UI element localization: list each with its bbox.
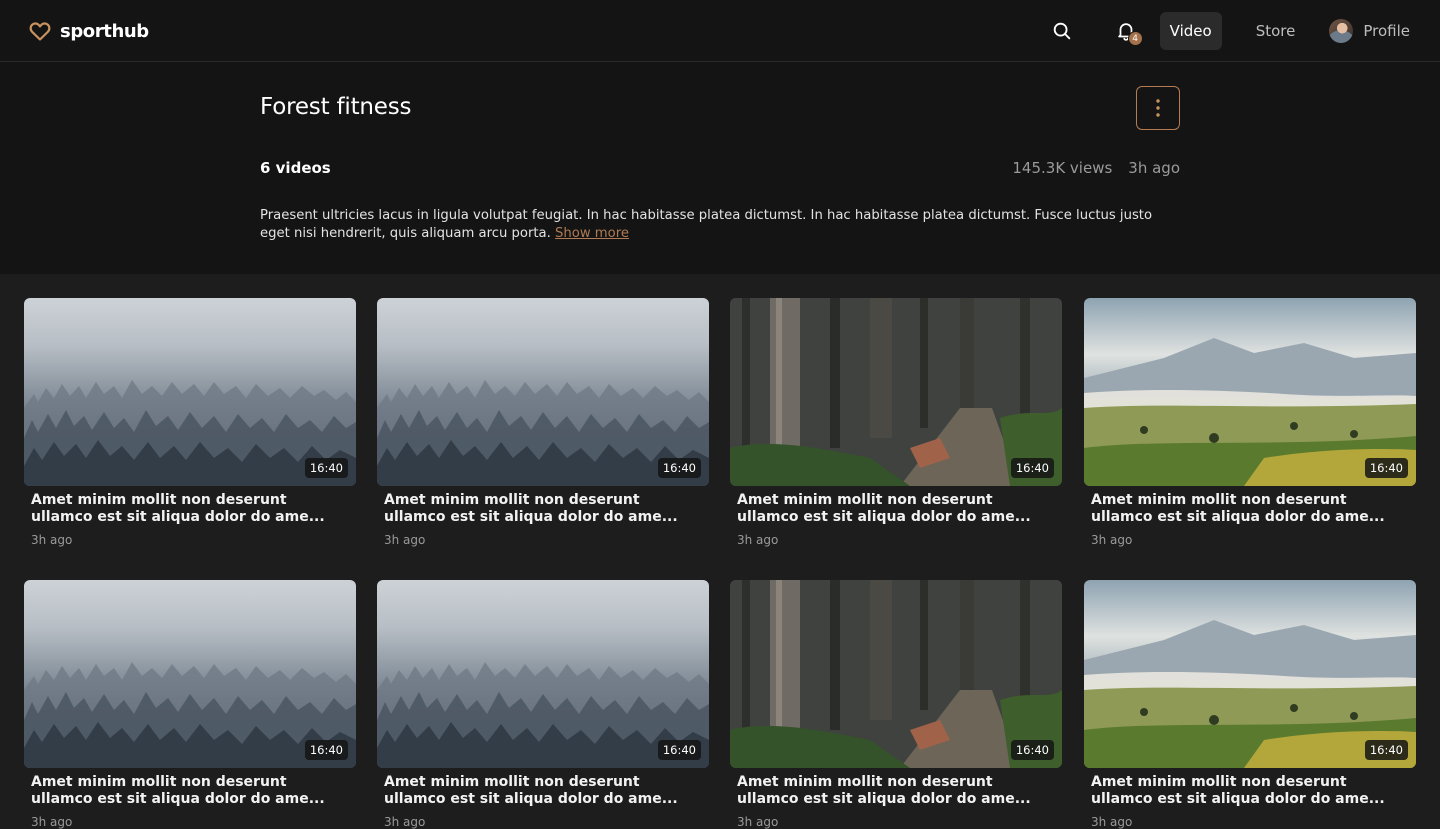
video-duration: 16:40 <box>1010 740 1054 760</box>
video-title[interactable]: Amet minim mollit non deserunt ullamco e… <box>1091 774 1409 808</box>
video-thumbnail[interactable]: 16:40 <box>730 580 1062 768</box>
notifications-button[interactable]: 4 <box>1106 12 1146 50</box>
video-title[interactable]: Amet minim mollit non deserunt ullamco e… <box>384 492 702 526</box>
video-thumbnail[interactable]: 16:40 <box>24 580 356 768</box>
playlist-header: Forest fitness 6 videos 145.3K views 3h … <box>0 62 1440 274</box>
video-card[interactable]: 16:40 Amet minim mollit non deserunt ulla… <box>377 298 709 547</box>
avatar <box>1329 19 1354 43</box>
video-duration: 16:40 <box>304 458 348 478</box>
video-card[interactable]: 16:40 Amet minim mollit non deserunt ulla… <box>24 298 356 547</box>
top-navigation-bar: sporthub 4 Video Store Profile <box>0 0 1440 62</box>
video-time: 3h ago <box>384 815 426 829</box>
view-count: 145.3K views <box>1012 159 1113 177</box>
logo-text: sporthub <box>60 20 149 42</box>
video-time: 3h ago <box>384 533 426 547</box>
video-time: 3h ago <box>1091 533 1133 547</box>
video-card[interactable]: 16:40 Amet minim mollit non deserunt ulla… <box>24 580 356 829</box>
playlist-description: Praesent ultricies lacus in ligula volut… <box>260 207 1180 243</box>
video-card[interactable]: 16:40 Amet minim mollit non deserunt ulla… <box>1084 580 1416 829</box>
heart-logo-icon <box>29 22 51 41</box>
video-card[interactable]: 16:40 Amet minim mollit non deserunt ulla… <box>377 580 709 829</box>
notification-count-badge: 4 <box>1127 31 1143 46</box>
video-title[interactable]: Amet minim mollit non deserunt ullamco e… <box>384 774 702 808</box>
video-title[interactable]: Amet minim mollit non deserunt ullamco e… <box>1091 492 1409 526</box>
video-title[interactable]: Amet minim mollit non deserunt ullamco e… <box>31 492 349 526</box>
playlist-meta: 145.3K views 3h ago <box>1012 159 1180 177</box>
video-duration: 16:40 <box>657 458 701 478</box>
video-duration: 16:40 <box>1010 458 1054 478</box>
nav-video[interactable]: Video <box>1159 12 1222 50</box>
show-more-link[interactable]: Show more <box>555 226 629 241</box>
video-thumbnail[interactable]: 16:40 <box>377 298 709 486</box>
logo[interactable]: sporthub <box>28 19 149 43</box>
video-time: 3h ago <box>737 533 779 547</box>
vertical-dots-icon <box>1156 99 1160 117</box>
video-thumbnail[interactable]: 16:40 <box>1084 580 1416 768</box>
video-title[interactable]: Amet minim mollit non deserunt ullamco e… <box>737 774 1055 808</box>
video-thumbnail[interactable]: 16:40 <box>24 298 356 486</box>
profile-label: Profile <box>1363 22 1410 40</box>
video-thumbnail[interactable]: 16:40 <box>377 580 709 768</box>
video-time: 3h ago <box>1091 815 1133 829</box>
video-title[interactable]: Amet minim mollit non deserunt ullamco e… <box>31 774 349 808</box>
video-card[interactable]: 16:40 Amet minim mollit non deserunt ulla… <box>1084 298 1416 547</box>
profile-menu[interactable]: Profile <box>1329 19 1410 43</box>
video-thumbnail[interactable]: 16:40 <box>1084 298 1416 486</box>
search-button[interactable] <box>1042 12 1082 50</box>
more-options-button[interactable] <box>1136 86 1180 130</box>
video-duration: 16:40 <box>1364 740 1408 760</box>
video-count: 6 videos <box>260 159 331 177</box>
main-nav: 4 Video Store Profile <box>1042 12 1410 50</box>
video-time: 3h ago <box>737 815 779 829</box>
video-time: 3h ago <box>31 533 73 547</box>
playlist-title: Forest fitness <box>260 94 412 120</box>
search-icon <box>1053 22 1070 40</box>
video-title[interactable]: Amet minim mollit non deserunt ullamco e… <box>737 492 1055 526</box>
video-card[interactable]: 16:40 Amet minim mollit non deserunt ulla… <box>730 298 1062 547</box>
description-text: Praesent ultricies lacus in ligula volut… <box>260 208 1153 241</box>
video-duration: 16:40 <box>657 740 701 760</box>
video-card[interactable]: 16:40 Amet minim mollit non deserunt ulla… <box>730 580 1062 829</box>
video-thumbnail[interactable]: 16:40 <box>730 298 1062 486</box>
nav-store[interactable]: Store <box>1246 12 1306 50</box>
video-duration: 16:40 <box>1364 458 1408 478</box>
video-duration: 16:40 <box>304 740 348 760</box>
posted-time: 3h ago <box>1128 159 1180 177</box>
video-time: 3h ago <box>31 815 73 829</box>
